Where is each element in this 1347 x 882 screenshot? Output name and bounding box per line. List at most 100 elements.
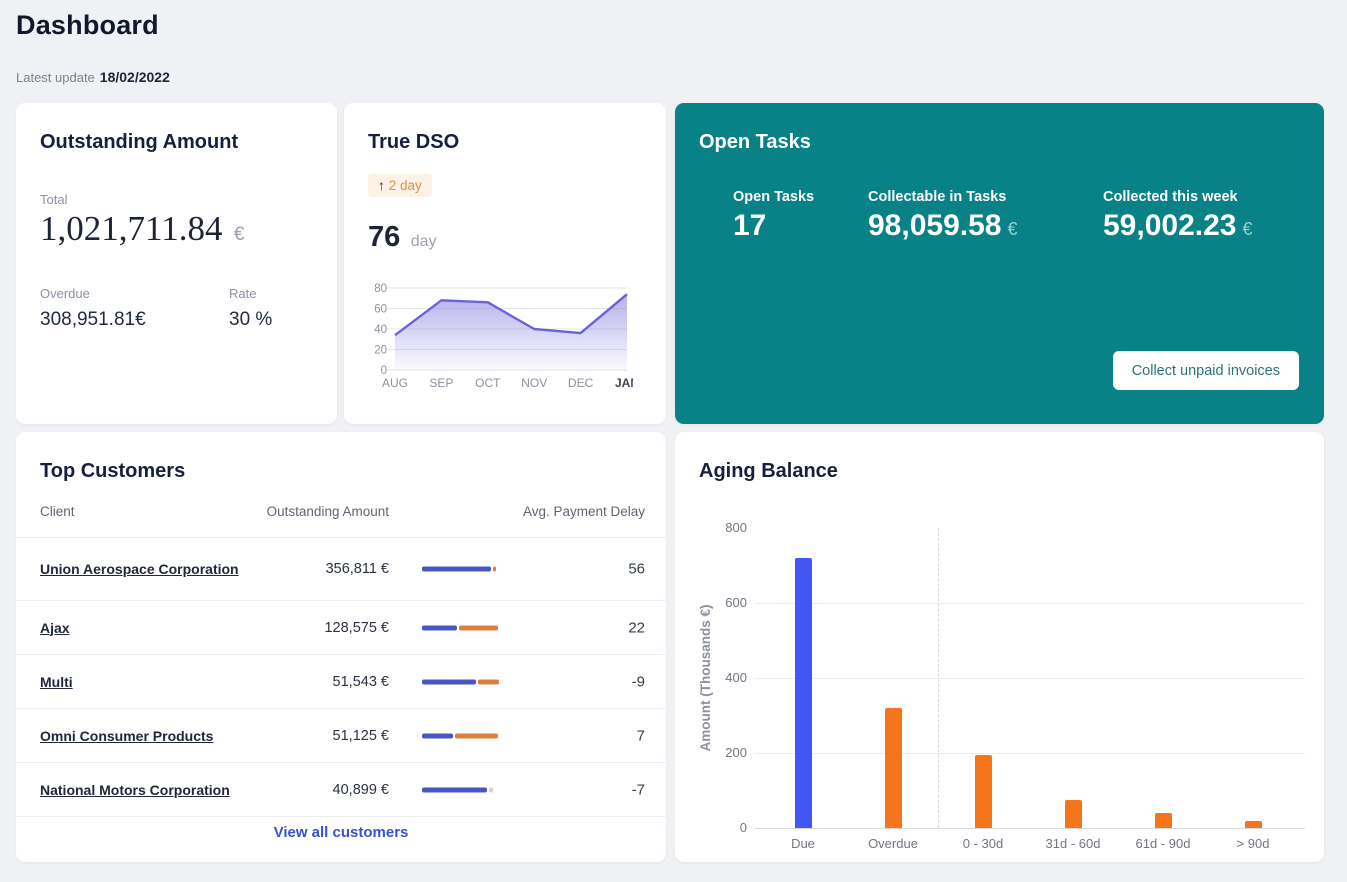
gridline <box>755 603 1305 604</box>
open-tasks-stat: Open Tasks 17 <box>733 189 814 243</box>
y-axis-tick: 0 <box>703 820 747 835</box>
dso-badge-text: 2 day <box>389 178 422 193</box>
customer-delay: -9 <box>536 673 645 690</box>
customer-amount: 51,543 € <box>166 674 389 690</box>
aging-bar-31d-60d <box>1065 800 1082 828</box>
delay-bar-blue <box>422 787 487 792</box>
customer-name-link[interactable]: Multi <box>40 674 73 690</box>
page-title: Dashboard <box>16 10 159 41</box>
payment-delay-bar <box>422 679 499 684</box>
column-header-delay: Avg. Payment Delay <box>456 504 645 519</box>
customer-name-link[interactable]: Ajax <box>40 620 70 636</box>
collect-unpaid-invoices-button[interactable]: Collect unpaid invoices <box>1113 351 1299 390</box>
collectable-stat-value: 98,059.58 <box>868 209 1001 242</box>
latest-update-date: 18/02/2022 <box>100 69 170 85</box>
table-row: National Motors Corporation 40,899 € -7 <box>16 763 666 817</box>
collected-week-stat-label: Collected this week <box>1103 189 1252 205</box>
customer-amount: 356,811 € <box>166 561 389 577</box>
svg-text:DEC: DEC <box>568 376 594 390</box>
collected-week-stat-value: 59,002.23 <box>1103 209 1236 242</box>
svg-text:60: 60 <box>374 304 387 316</box>
payment-delay-bar <box>422 567 499 572</box>
true-dso-card: True DSO ↑ 2 day 76 day 020406080AUGSEPO… <box>344 103 666 424</box>
customer-amount: 128,575 € <box>166 620 389 636</box>
customer-delay: 22 <box>536 619 645 636</box>
customer-delay: -7 <box>536 781 645 798</box>
gridline <box>755 678 1305 679</box>
svg-text:OCT: OCT <box>475 376 501 390</box>
delay-bar-orange <box>478 679 499 684</box>
collectable-stat-currency: € <box>1007 219 1017 239</box>
collected-week-stat: Collected this week 59,002.23 € <box>1103 189 1252 243</box>
y-axis-tick: 600 <box>703 595 747 610</box>
total-amount-currency: € <box>234 224 245 245</box>
y-axis-tick: 800 <box>703 520 747 535</box>
top-customers-rows: Union Aerospace Corporation 356,811 € 56… <box>16 538 666 817</box>
top-customers-card-title: Top Customers <box>40 460 185 483</box>
x-axis-category: > 90d <box>1205 836 1301 851</box>
y-axis-tick: 200 <box>703 745 747 760</box>
latest-update: Latest update 18/02/2022 <box>16 69 170 85</box>
x-axis-category: 31d - 60d <box>1025 836 1121 851</box>
svg-text:20: 20 <box>374 345 387 357</box>
payment-delay-bar <box>422 787 499 792</box>
x-axis-category: 61d - 90d <box>1115 836 1211 851</box>
payment-delay-bar <box>422 733 499 738</box>
svg-text:40: 40 <box>374 324 387 336</box>
svg-text:NOV: NOV <box>521 376 547 390</box>
aging-bar-Due <box>795 558 812 828</box>
view-all-customers-link[interactable]: View all customers <box>274 824 409 841</box>
true-dso-card-title: True DSO <box>368 131 459 154</box>
latest-update-label: Latest update <box>16 70 95 85</box>
x-axis-category: 0 - 30d <box>935 836 1031 851</box>
x-axis-category: Overdue <box>845 836 941 851</box>
table-row: Ajax 128,575 € 22 <box>16 601 666 655</box>
svg-text:SEP: SEP <box>429 376 453 390</box>
customer-delay: 56 <box>536 561 645 578</box>
aging-bar-Overdue <box>885 708 902 828</box>
aging-bar-61d-90d <box>1155 813 1172 828</box>
aging-balance-card: Aging Balance Amount (Thousands €) 02004… <box>675 432 1324 862</box>
y-axis-tick: 400 <box>703 670 747 685</box>
arrow-up-icon: ↑ <box>378 178 385 193</box>
collectable-stat-label: Collectable in Tasks <box>868 189 1017 205</box>
open-tasks-card: Open Tasks Open Tasks 17 Collectable in … <box>675 103 1324 424</box>
total-amount-value: 1,021,711.84 <box>40 209 222 248</box>
gridline <box>755 753 1305 754</box>
table-row: Union Aerospace Corporation 356,811 € 56 <box>16 538 666 601</box>
rate-label: Rate <box>229 286 256 301</box>
collected-week-stat-currency: € <box>1242 219 1252 239</box>
top-customers-table-header: Client Outstanding Amount Avg. Payment D… <box>16 504 666 538</box>
open-tasks-stat-value: 17 <box>733 209 766 242</box>
x-axis-category: Due <box>755 836 851 851</box>
customer-amount: 40,899 € <box>166 782 389 798</box>
column-header-amount: Outstanding Amount <box>166 504 389 519</box>
customer-delay: 7 <box>536 727 645 744</box>
svg-text:AUG: AUG <box>382 376 408 390</box>
rate-value: 30 % <box>229 309 272 331</box>
outstanding-card-title: Outstanding Amount <box>40 131 238 154</box>
overdue-label: Overdue <box>40 286 90 301</box>
overdue-value: 308,951.81€ <box>40 309 146 331</box>
open-tasks-stat-label: Open Tasks <box>733 189 814 205</box>
delay-bar-blue <box>422 625 457 630</box>
column-header-client: Client <box>40 504 75 519</box>
delay-bar-orange <box>455 733 498 738</box>
aging-bar-0-30d <box>975 755 992 828</box>
table-row: Multi 51,543 € -9 <box>16 655 666 709</box>
svg-text:JAN: JAN <box>615 376 633 390</box>
dso-trend-chart: 020406080AUGSEPOCTNOVDECJAN <box>361 280 633 392</box>
delay-bar-orange <box>459 625 498 630</box>
x-axis-line <box>755 828 1305 829</box>
payment-delay-bar <box>422 625 499 630</box>
dso-unit: day <box>411 233 437 250</box>
table-row: Omni Consumer Products 51,125 € 7 <box>16 709 666 763</box>
dso-value: 76 <box>368 221 400 253</box>
delay-bar-blue <box>422 679 476 684</box>
collectable-stat: Collectable in Tasks 98,059.58 € <box>868 189 1017 243</box>
aging-bar-90d <box>1245 821 1262 829</box>
delay-bar-orange <box>493 567 496 572</box>
svg-text:80: 80 <box>374 283 387 295</box>
open-tasks-card-title: Open Tasks <box>699 131 811 154</box>
delay-bar-blue <box>422 567 491 572</box>
